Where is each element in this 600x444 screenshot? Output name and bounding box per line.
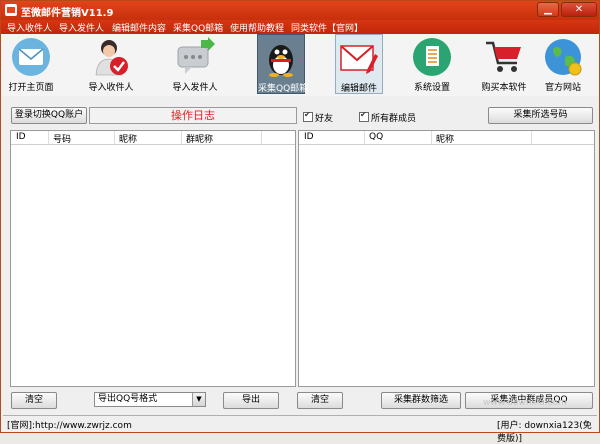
table-header: ID QQ 昵称 <box>299 131 594 145</box>
close-button[interactable]: ✕ <box>561 2 597 17</box>
tool-label: 采集QQ邮箱 <box>258 84 309 94</box>
title-bar: 至微邮件营销V11.9 ▁ ✕ <box>1 1 599 20</box>
col-divider <box>181 131 182 144</box>
table-header: ID 号码 昵称 群昵称 <box>11 131 295 145</box>
minimize-button[interactable]: ▁ <box>537 2 559 17</box>
col-group-nickname: 群昵称 <box>186 135 214 145</box>
menu-help[interactable]: 使用帮助教程 <box>230 21 284 34</box>
tool-collect-qq[interactable]: 采集QQ邮箱 <box>257 34 309 94</box>
left-clear-button[interactable]: 清空 <box>11 392 57 409</box>
group-filter-button[interactable]: 采集群数筛选 <box>381 392 461 409</box>
toolbar: 打开主页面 导入收件人 导入发件人 采集QQ邮箱 编辑邮件 系统设置 购买本软件… <box>1 34 599 96</box>
all-members-checkbox[interactable]: 所有群成员 <box>359 110 417 124</box>
chat-forward-icon <box>177 37 215 74</box>
col-nickname: 昵称 <box>436 135 455 145</box>
tool-label: 打开主页面 <box>8 83 54 93</box>
col-id: ID <box>16 132 26 142</box>
checkbox-mark <box>303 110 313 122</box>
checkbox-mark <box>359 110 369 122</box>
col-nickname: 昵称 <box>119 135 138 145</box>
tool-label: 系统设置 <box>413 83 450 93</box>
col-divider <box>364 131 365 144</box>
tool-label: 导入收件人 <box>88 83 134 93</box>
tool-label: 购买本软件 <box>481 83 527 93</box>
tool-edit-mail[interactable]: 编辑邮件 <box>335 34 383 94</box>
export-format-select[interactable]: 导出QQ号格式 ▼ <box>94 392 206 407</box>
menu-edit-mail[interactable]: 编辑邮件内容 <box>112 21 166 34</box>
watermark: www.downxia.com <box>483 398 567 408</box>
tool-label: 导入发件人 <box>172 83 218 93</box>
tool-import-recipients[interactable]: 导入收件人 <box>81 34 141 94</box>
envelope-icon <box>12 38 50 76</box>
globe-icon <box>545 39 582 76</box>
chevron-down-icon: ▼ <box>192 393 205 406</box>
qq-penguin-icon <box>269 45 293 77</box>
export-button[interactable]: 导出 <box>223 392 279 409</box>
operation-log: 操作日志 <box>89 107 297 124</box>
mail-edit-icon <box>340 45 378 74</box>
menu-bar: 导入收件人 导入发件人 编辑邮件内容 采集QQ邮箱 使用帮助教程 同类软件【官网… <box>1 20 599 34</box>
menu-collect-qq[interactable]: 采集QQ邮箱 <box>173 21 223 34</box>
group-member-table[interactable]: ID QQ 昵称 <box>298 130 595 387</box>
col-id: ID <box>304 132 314 142</box>
cart-icon <box>486 41 521 72</box>
tool-label: 官方网站 <box>544 83 581 93</box>
status-site: [官网]:http://www.zwrjz.com <box>7 421 132 431</box>
col-divider <box>431 131 432 144</box>
col-divider <box>114 131 115 144</box>
status-user: [用户: downxia123(免费版)] <box>497 421 592 444</box>
col-number: 号码 <box>53 135 72 145</box>
friends-checkbox[interactable]: 好友 <box>303 110 334 124</box>
window-title: 至微邮件营销V11.9 <box>21 8 114 19</box>
app-window: 至微邮件营销V11.9 ▁ ✕ 导入收件人 导入发件人 编辑邮件内容 采集QQ邮… <box>0 0 600 444</box>
list-settings-icon <box>413 38 451 76</box>
tool-label: 编辑邮件 <box>340 84 377 94</box>
app-icon <box>5 4 17 16</box>
login-switch-qq-button[interactable]: 登录切换QQ账户 <box>11 107 87 124</box>
col-divider <box>531 131 532 144</box>
tool-settings[interactable]: 系统设置 <box>407 34 457 94</box>
status-bar: [官网]:http://www.zwrjz.com [用户: downxia12… <box>3 415 597 444</box>
all-members-checkbox-label: 所有群成员 <box>371 114 417 124</box>
export-format-value: 导出QQ号格式 <box>98 394 158 404</box>
tool-import-senders[interactable]: 导入发件人 <box>165 34 225 94</box>
menu-import-senders[interactable]: 导入发件人 <box>59 21 104 34</box>
qq-account-table[interactable]: ID 号码 昵称 群昵称 <box>10 130 296 387</box>
menu-related[interactable]: 同类软件【官网】 <box>291 21 363 34</box>
right-clear-button[interactable]: 清空 <box>297 392 343 409</box>
collect-selected-button[interactable]: 采集所选号码 <box>488 107 593 124</box>
friends-checkbox-label: 好友 <box>315 114 334 124</box>
tool-buy[interactable]: 购买本软件 <box>477 34 531 94</box>
user-check-icon <box>95 40 128 76</box>
tool-website[interactable]: 官方网站 <box>539 34 587 94</box>
col-divider <box>48 131 49 144</box>
menu-import-recipients[interactable]: 导入收件人 <box>7 21 52 34</box>
tool-open-home[interactable]: 打开主页面 <box>3 34 59 94</box>
col-qq: QQ <box>369 132 384 142</box>
col-divider <box>261 131 262 144</box>
